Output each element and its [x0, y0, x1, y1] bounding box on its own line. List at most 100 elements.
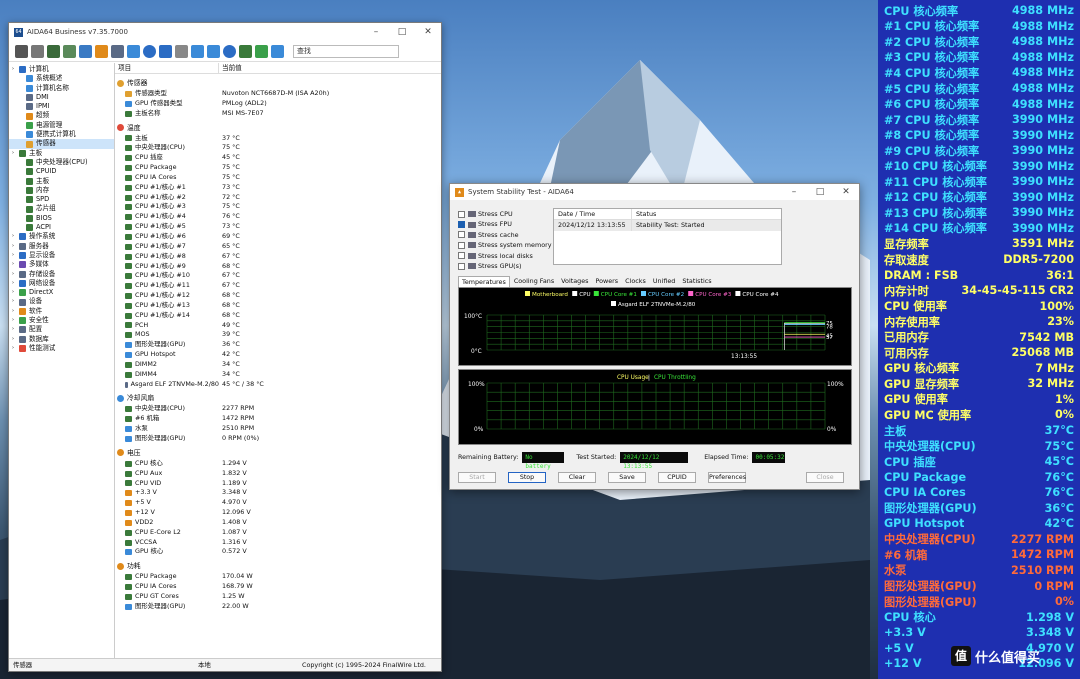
sensor-row[interactable]: CPU #1/核心 #1 73 °C [115, 183, 441, 193]
expand-icon[interactable]: › [12, 260, 18, 269]
sensor-row[interactable]: CPU Package 75 °C [115, 163, 441, 173]
stress-option[interactable]: Stress local disks [458, 251, 552, 261]
tree-item[interactable]: › 网络设备 [9, 279, 114, 288]
tree-item[interactable]: BIOS [9, 214, 114, 223]
sensor-row[interactable]: GPU 核心 0.572 V [115, 547, 441, 557]
legend-checkbox[interactable] [641, 291, 646, 296]
expand-icon[interactable]: › [12, 279, 18, 288]
sensor-row[interactable]: CPU 核心 1.294 V [115, 459, 441, 469]
sensor-row[interactable]: CPU #1/核心 #11 67 °C [115, 281, 441, 291]
close-button[interactable]: ✕ [415, 27, 441, 37]
expand-icon[interactable]: › [12, 232, 18, 241]
tools-icon[interactable] [239, 44, 252, 58]
maximize-button[interactable]: □ [389, 27, 415, 37]
tree-item[interactable]: › 配置 [9, 325, 114, 334]
sensor-row[interactable]: +5 V 4.970 V [115, 498, 441, 508]
minimize-button[interactable]: – [363, 27, 389, 37]
stress-checkbox[interactable] [458, 252, 465, 260]
sensor-row[interactable]: CPU #1/核心 #2 72 °C [115, 193, 441, 203]
sensor-row[interactable]: 水泵 2510 RPM [115, 424, 441, 434]
list-icon[interactable] [175, 44, 188, 58]
disk-icon[interactable] [111, 44, 124, 58]
stress-option[interactable]: Stress GPU(s) [458, 261, 552, 271]
memory-icon[interactable] [63, 44, 76, 58]
button-stop[interactable]: Stop [508, 472, 546, 483]
sensor-row[interactable]: CPU IA Cores 75 °C [115, 173, 441, 183]
stab-maximize-button[interactable]: □ [807, 187, 833, 197]
sensor-row[interactable]: CPU GT Cores 1.25 W [115, 592, 441, 602]
tree-item[interactable]: 内存 [9, 186, 114, 195]
sensor-row[interactable]: CPU #1/核心 #6 69 °C [115, 232, 441, 242]
search-icon[interactable] [271, 44, 284, 58]
tree-item[interactable]: › 安全性 [9, 316, 114, 325]
tree-item[interactable]: › 性能测试 [9, 344, 114, 353]
stress-option[interactable]: Stress system memory [458, 240, 552, 250]
sensor-row[interactable]: 主板名称 MSI MS-7E07 [115, 109, 441, 119]
expand-icon[interactable]: › [12, 149, 18, 158]
tree-item[interactable]: › 存储设备 [9, 270, 114, 279]
sensor-row[interactable]: DIMM4 34 °C [115, 370, 441, 380]
info-icon[interactable] [223, 44, 236, 58]
sensor-row[interactable]: CPU IA Cores 168.79 W [115, 582, 441, 592]
tree-item[interactable]: › 数据库 [9, 335, 114, 344]
sensor-row[interactable]: CPU Aux 1.832 V [115, 469, 441, 479]
graph-tab[interactable]: Clocks [622, 276, 649, 287]
expand-icon[interactable]: › [12, 288, 18, 297]
tree-item[interactable]: › 设备 [9, 297, 114, 306]
tree-item[interactable]: IPMI [9, 102, 114, 111]
chip-icon[interactable] [47, 44, 60, 58]
stress-checkbox[interactable] [458, 241, 465, 249]
tree-item[interactable]: 中央处理器(CPU) [9, 158, 114, 167]
legend-checkbox[interactable] [572, 291, 578, 296]
stab-close-x-button[interactable]: ✕ [833, 187, 859, 197]
tree-item[interactable]: › 服务器 [9, 242, 114, 251]
sensor-row[interactable]: CPU Package 170.04 W [115, 572, 441, 582]
sensor-row[interactable]: DIMM2 34 °C [115, 360, 441, 370]
sensor-row[interactable]: 图形处理器(GPU) 0 RPM (0%) [115, 434, 441, 444]
expand-icon[interactable]: › [12, 344, 18, 353]
tree-item[interactable]: 计算机名称 [9, 84, 114, 93]
expand-icon[interactable]: › [12, 251, 18, 260]
globe-icon[interactable] [143, 44, 156, 58]
sensor-row[interactable]: 传感器类型 Nuvoton NCT6687D-M (ISA A20h) [115, 89, 441, 99]
sensor-row[interactable]: CPU #1/核心 #9 68 °C [115, 262, 441, 272]
stress-checkbox[interactable] [458, 210, 465, 218]
stab-minimize-button[interactable]: – [781, 187, 807, 197]
tree-item[interactable]: 电源管理 [9, 121, 114, 130]
button-start[interactable]: Start [458, 472, 496, 483]
legend-checkbox[interactable] [611, 301, 616, 306]
button-save[interactable]: Save [608, 472, 646, 483]
refresh-icon[interactable] [15, 44, 28, 58]
stress-option[interactable]: Stress cache [458, 230, 552, 240]
cpu-icon[interactable] [79, 44, 92, 58]
sensor-row[interactable]: 图形处理器(GPU) 22.00 W [115, 602, 441, 612]
graph-tab[interactable]: Temperatures [458, 276, 510, 287]
log-col-date[interactable]: Date / Time [554, 209, 632, 219]
sensor-row[interactable]: #6 机箱 1472 RPM [115, 414, 441, 424]
sensor-row[interactable]: VCCSA 1.316 V [115, 538, 441, 548]
download-icon[interactable] [255, 44, 268, 58]
graph-tab[interactable]: Voltages [558, 276, 591, 287]
button-clear[interactable]: Clear [558, 472, 596, 483]
tree-item[interactable]: 超频 [9, 111, 114, 120]
sensor-row[interactable]: 中央处理器(CPU) 75 °C [115, 143, 441, 153]
sensor-row[interactable]: MOS 39 °C [115, 330, 441, 340]
sensor-row[interactable]: CPU #1/核心 #3 75 °C [115, 202, 441, 212]
graph-tab[interactable]: Powers [592, 276, 621, 287]
tree-item[interactable]: 主板 [9, 177, 114, 186]
tree-item[interactable]: 便携式计算机 [9, 130, 114, 139]
tree-item[interactable]: › 多媒体 [9, 260, 114, 269]
monitor-icon[interactable] [191, 44, 204, 58]
stress-option[interactable]: Stress FPU [458, 219, 552, 229]
benchmark-icon[interactable] [207, 44, 220, 58]
stress-option[interactable]: Stress CPU [458, 209, 552, 219]
button-close[interactable]: Close [806, 472, 844, 483]
graph-tab[interactable]: Cooling Fans [511, 276, 557, 287]
sensor-row[interactable]: CPU #1/核心 #8 67 °C [115, 252, 441, 262]
expand-icon[interactable]: › [12, 242, 18, 251]
graph-tab[interactable]: Statistics [679, 276, 714, 287]
tree-item[interactable]: 系统概述 [9, 74, 114, 83]
tree-item[interactable]: CPUID [9, 167, 114, 176]
legend-checkbox[interactable] [593, 291, 599, 296]
sensor-row[interactable]: CPU VID 1.189 V [115, 479, 441, 489]
